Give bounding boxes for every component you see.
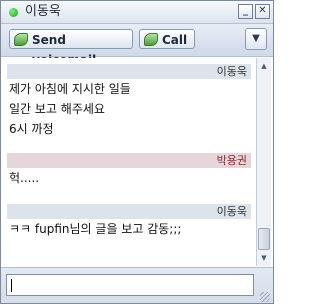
scrollbar-thumb[interactable] <box>258 228 270 250</box>
message-group: 박용권 헉..... <box>7 153 251 188</box>
message-input[interactable] <box>6 274 254 296</box>
sender-name: 박용권 <box>7 153 251 168</box>
message-line: 일간 보고 해주세요 <box>9 102 105 116</box>
options-menu-button[interactable]: ▼ <box>245 28 267 50</box>
chat-window: 이동욱 _ ✕ Send voicemail Call ▼ 이동욱 제가 아침에… <box>0 0 274 304</box>
message-line: ㅋㅋ fupfin님의 글을 보고 감동;;; <box>9 222 182 236</box>
scroll-up-icon[interactable]: ▲ <box>258 60 270 72</box>
sender-name: 이동욱 <box>7 204 251 219</box>
call-button[interactable]: Call <box>139 29 195 49</box>
online-status-icon <box>9 8 18 17</box>
phone-icon <box>14 33 28 46</box>
scroll-down-icon[interactable]: ▼ <box>258 252 270 264</box>
send-voicemail-button[interactable]: Send voicemail <box>9 29 133 67</box>
resize-grip-icon[interactable] <box>260 292 270 302</box>
text-caret <box>11 279 12 292</box>
compose-area <box>1 267 273 303</box>
phone-icon <box>144 33 158 46</box>
close-button[interactable]: ✕ <box>255 4 270 19</box>
title-bar: 이동욱 _ ✕ <box>1 1 273 24</box>
minimize-button[interactable]: _ <box>238 4 253 19</box>
message-group: 이동욱 제가 아침에 지시한 일들 일간 보고 해주세요 6시 까정 <box>7 64 251 139</box>
sender-name: 이동욱 <box>7 64 251 79</box>
chat-scrollbar[interactable]: ▲ ▼ <box>256 58 271 266</box>
message-line: 헉..... <box>9 171 40 185</box>
message-history: 이동욱 제가 아침에 지시한 일들 일간 보고 해주세요 6시 까정 박용권 헉… <box>3 58 271 266</box>
message-line: 6시 까정 <box>9 122 54 136</box>
message-line: 제가 아침에 지시한 일들 <box>9 82 131 96</box>
call-label: Call <box>162 33 188 47</box>
message-group: 이동욱 ㅋㅋ fupfin님의 글을 보고 감동;;; <box>7 204 251 239</box>
toolbar: Send voicemail Call ▼ <box>1 24 273 67</box>
window-title: 이동욱 <box>25 4 61 19</box>
